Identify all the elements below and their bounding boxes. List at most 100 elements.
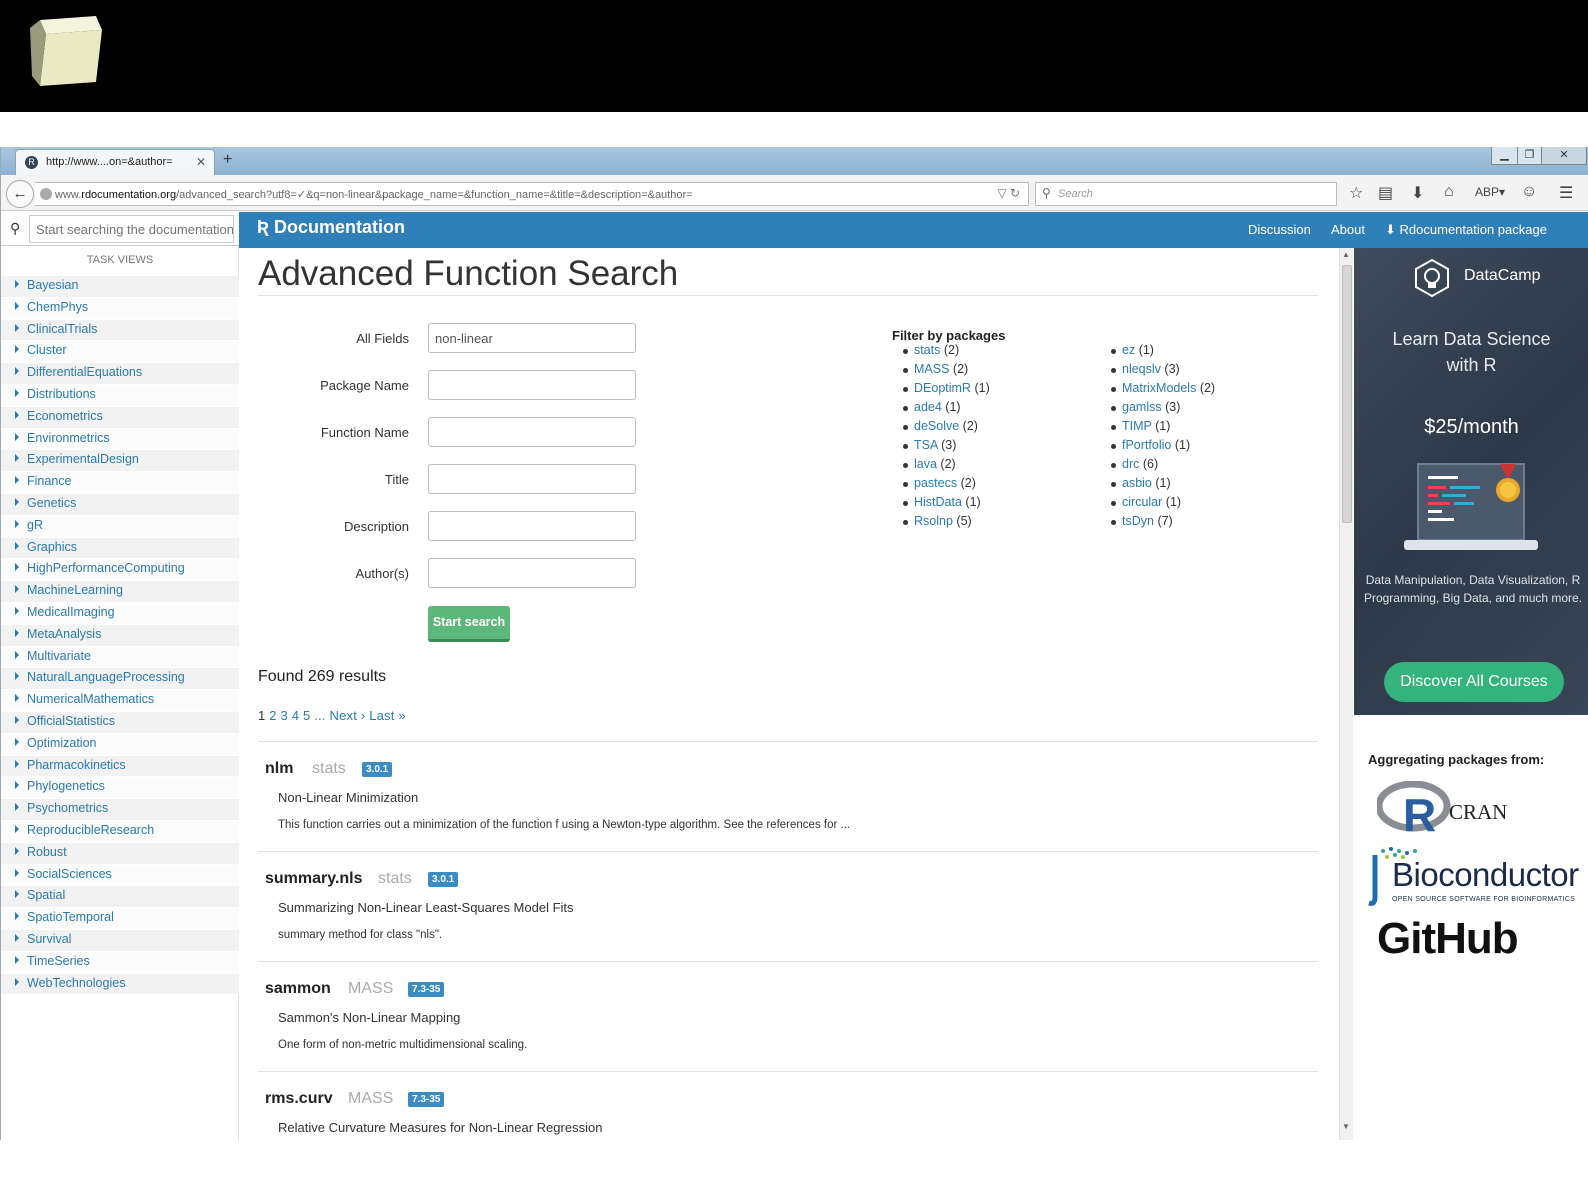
new-tab-button[interactable]: +	[223, 151, 232, 169]
filter-package-link[interactable]: nleqslv	[1122, 362, 1161, 376]
filter-package-link[interactable]: gamlss	[1122, 400, 1162, 414]
filter-package-link[interactable]: stats	[914, 343, 940, 357]
task-view-item[interactable]: OfficialStatistics	[1, 711, 239, 734]
filter-package-link[interactable]: circular	[1122, 495, 1162, 509]
cube-icon[interactable]	[26, 14, 106, 90]
result-function-name[interactable]: summary.nls	[265, 870, 363, 888]
task-view-item[interactable]: Genetics	[1, 493, 239, 516]
field-input[interactable]	[428, 464, 636, 494]
last-page-link[interactable]: Last »	[369, 708, 406, 723]
task-view-item[interactable]: Pharmacokinetics	[1, 755, 239, 778]
bookmarks-menu-icon[interactable]: ▤	[1378, 183, 1393, 203]
restore-button[interactable]: ❐	[1517, 147, 1542, 165]
filter-package-link[interactable]: deSolve	[914, 419, 959, 433]
task-view-item[interactable]: ExperimentalDesign	[1, 450, 239, 473]
filter-package-link[interactable]: asbio	[1122, 476, 1152, 490]
filter-package-link[interactable]: tsDyn	[1122, 514, 1154, 528]
task-view-item[interactable]: MetaAnalysis	[1, 624, 239, 647]
result-package-name[interactable]: stats	[378, 870, 412, 888]
menu-icon[interactable]: ☰	[1559, 183, 1573, 203]
task-view-item[interactable]: Distributions	[1, 384, 239, 407]
task-view-item[interactable]: MachineLearning	[1, 581, 239, 603]
task-view-item[interactable]: TimeSeries	[1, 951, 239, 974]
scroll-down-icon[interactable]: ▼	[1342, 1122, 1350, 1131]
next-page-link[interactable]: Next ›	[330, 708, 366, 723]
filter-package-link[interactable]: MASS	[914, 362, 949, 376]
filter-package-link[interactable]: fPortfolio	[1122, 438, 1171, 452]
filter-package-link[interactable]: HistData	[914, 495, 962, 509]
filter-package-link[interactable]: TSA	[914, 438, 938, 452]
task-view-item[interactable]: Optimization	[1, 733, 239, 756]
nav-rdocumentation-package[interactable]: ⬇ Rdocumentation package	[1385, 222, 1547, 238]
back-button[interactable]: ←	[6, 180, 34, 208]
filter-package-link[interactable]: ez	[1122, 343, 1135, 357]
browser-search-bar[interactable]: ⚲ Search	[1035, 182, 1337, 206]
site-logo[interactable]: Ʀ Documentation	[257, 217, 405, 238]
task-view-item[interactable]: ReproducibleResearch	[1, 820, 239, 843]
page-link[interactable]: 3	[281, 708, 288, 723]
filter-package-link[interactable]: lava	[914, 457, 937, 471]
task-view-item[interactable]: Bayesian	[1, 276, 239, 298]
home-icon[interactable]: ⌂	[1444, 183, 1454, 201]
task-view-item[interactable]: Cluster	[1, 341, 239, 364]
task-view-item[interactable]: Spatial	[1, 886, 239, 909]
datacamp-ad[interactable]: DataCamp Learn Data Science with R $25/mo…	[1354, 248, 1588, 715]
result-package-name[interactable]: MASS	[348, 1090, 393, 1108]
scroll-up-icon[interactable]: ▲	[1342, 250, 1350, 259]
url-bar[interactable]: www.rdocumentation.org/advanced_search?u…	[35, 182, 1029, 206]
result-function-name[interactable]: rms.curv	[265, 1090, 333, 1108]
scroll-thumb[interactable]	[1342, 265, 1352, 523]
filter-package-link[interactable]: Rsolnp	[914, 514, 953, 528]
result-package-name[interactable]: MASS	[348, 980, 393, 998]
filter-package-link[interactable]: TIMP	[1122, 419, 1152, 433]
start-search-button[interactable]: Start search	[428, 606, 510, 642]
page-link[interactable]: 5	[303, 708, 310, 723]
task-view-item[interactable]: DifferentialEquations	[1, 363, 239, 385]
filter-package-link[interactable]: MatrixModels	[1122, 381, 1196, 395]
github-label[interactable]: GitHub	[1377, 914, 1519, 964]
field-input[interactable]	[428, 558, 636, 588]
filter-package-link[interactable]: drc	[1122, 457, 1139, 471]
task-view-item[interactable]: WebTechnologies	[1, 973, 239, 996]
page-link[interactable]: 4	[292, 708, 299, 723]
discover-courses-button[interactable]: Discover All Courses	[1384, 662, 1564, 702]
tab-close-icon[interactable]: ✕	[196, 155, 206, 169]
field-input[interactable]: non-linear	[428, 323, 636, 353]
task-view-item[interactable]: Psychometrics	[1, 799, 239, 821]
task-view-item[interactable]: ClinicalTrials	[1, 319, 239, 342]
close-window-button[interactable]: ✕	[1541, 147, 1587, 165]
task-view-item[interactable]: Environmetrics	[1, 428, 239, 451]
task-view-item[interactable]: MedicalImaging	[1, 602, 239, 625]
result-function-name[interactable]: nlm	[265, 760, 293, 778]
task-view-item[interactable]: Finance	[1, 472, 239, 494]
chat-icon[interactable]: ☺	[1521, 183, 1537, 201]
task-view-item[interactable]: Survival	[1, 929, 239, 952]
task-view-item[interactable]: NumericalMathematics	[1, 690, 239, 712]
task-view-item[interactable]: Phylogenetics	[1, 777, 239, 800]
task-view-item[interactable]: Econometrics	[1, 406, 239, 429]
field-input[interactable]	[428, 511, 636, 541]
task-view-item[interactable]: gR	[1, 515, 239, 538]
field-input[interactable]	[428, 370, 636, 400]
adblock-icon[interactable]: ABP▾	[1475, 185, 1505, 199]
task-view-item[interactable]: SocialSciences	[1, 864, 239, 887]
page-scrollbar[interactable]: ▲ ▼	[1339, 248, 1353, 1140]
task-view-item[interactable]: ChemPhys	[1, 297, 239, 320]
sidebar-search-input[interactable]	[29, 215, 234, 243]
field-input[interactable]	[428, 417, 636, 447]
bioconductor-label[interactable]: Bioconductor	[1392, 856, 1579, 894]
task-view-item[interactable]: HighPerformanceComputing	[1, 559, 239, 582]
reload-icon[interactable]: ▽ ↻	[997, 186, 1020, 200]
bookmark-star-icon[interactable]: ☆	[1349, 183, 1363, 203]
filter-package-link[interactable]: DEoptimR	[914, 381, 971, 395]
page-link[interactable]: 2	[269, 708, 276, 723]
filter-package-link[interactable]: pastecs	[914, 476, 957, 490]
cran-label[interactable]: CRAN	[1449, 800, 1507, 825]
nav-discussion[interactable]: Discussion	[1248, 222, 1311, 237]
browser-tab[interactable]: R http://www....on=&author= ✕	[15, 149, 215, 175]
downloads-icon[interactable]: ⬇	[1411, 183, 1424, 203]
task-view-item[interactable]: Robust	[1, 842, 239, 865]
minimize-button[interactable]: ▁	[1491, 147, 1518, 165]
task-view-item[interactable]: Multivariate	[1, 646, 239, 669]
task-view-item[interactable]: NaturalLanguageProcessing	[1, 668, 239, 691]
